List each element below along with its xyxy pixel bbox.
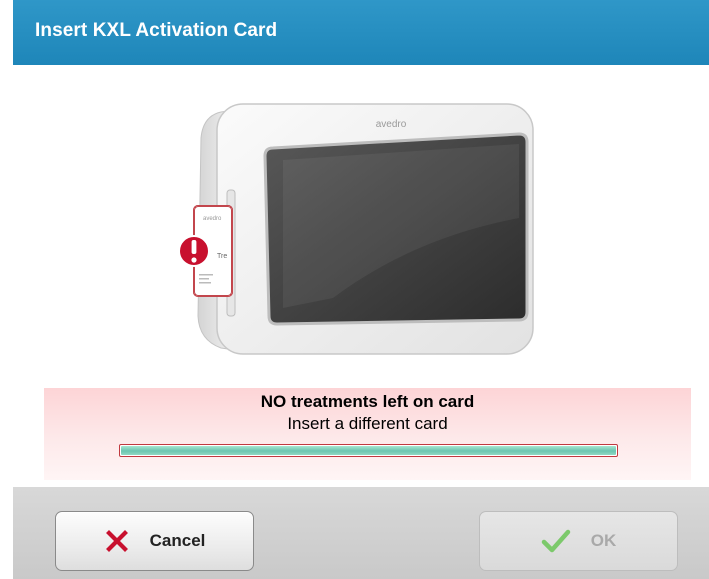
dialog-title: Insert KXL Activation Card — [35, 20, 278, 41]
checkmark-icon — [541, 529, 570, 553]
status-instruction: Insert a different card — [287, 414, 448, 433]
button-bar: Cancel OK — [13, 487, 709, 579]
card-brand: avedro — [203, 216, 222, 222]
card-text: Tre — [217, 253, 227, 260]
device-illustration: avedro avedro Tre — [178, 103, 534, 355]
ok-button[interactable]: OK — [479, 511, 678, 571]
activation-dialog: Insert KXL Activation Card avedro avedro… — [13, 0, 709, 579]
ok-label: OK — [590, 531, 617, 550]
progress-fill — [121, 446, 616, 455]
cancel-label: Cancel — [149, 531, 206, 550]
cancel-button[interactable]: Cancel — [55, 511, 254, 571]
alert-icon — [178, 235, 210, 267]
progress-bar — [119, 444, 618, 457]
x-icon — [105, 530, 128, 552]
dialog-header: Insert KXL Activation Card — [13, 0, 709, 65]
status-panel: NO treatments left on card Insert a diff… — [44, 388, 691, 480]
device-brand-logo: avedro — [376, 119, 407, 130]
status-message: NO treatments left on card — [260, 392, 475, 411]
